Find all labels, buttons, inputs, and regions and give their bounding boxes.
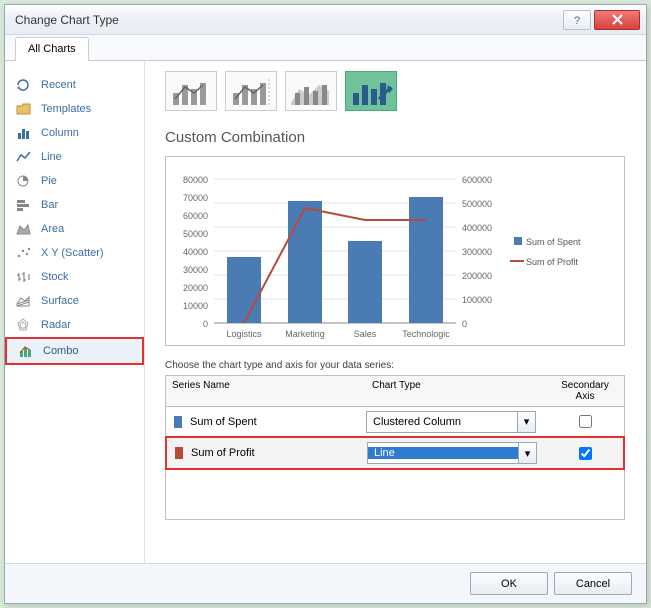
subtype-clustered-line[interactable]	[165, 71, 217, 111]
subtype-custom-combination[interactable]	[345, 71, 397, 111]
series-header-row: Series Name Chart Type Secondary Axis	[166, 376, 624, 407]
sidebar-item-templates[interactable]: Templates	[5, 97, 144, 121]
chevron-down-icon: ▾	[518, 443, 536, 463]
svg-text:80000: 80000	[183, 175, 208, 185]
sidebar-item-line[interactable]: Line	[5, 145, 144, 169]
legend-spent: Sum of Spent	[526, 237, 581, 247]
svg-text:10000: 10000	[183, 301, 208, 311]
column-chart-icon	[15, 125, 33, 141]
close-button[interactable]	[594, 10, 640, 30]
chevron-down-icon: ▾	[517, 412, 535, 432]
series-table: Series Name Chart Type Secondary Axis Su…	[165, 375, 625, 520]
stock-chart-icon	[15, 269, 33, 285]
chart-type-dropdown-profit[interactable]: Line ▾	[367, 442, 537, 464]
svg-text:40000: 40000	[183, 247, 208, 257]
svg-text:400000: 400000	[462, 223, 492, 233]
svg-text:100000: 100000	[462, 295, 492, 305]
sidebar-item-recent[interactable]: Recent	[5, 73, 144, 97]
svg-text:200000: 200000	[462, 271, 492, 281]
radar-chart-icon	[15, 317, 33, 333]
series-row-spent: Sum of Spent Clustered Column ▾	[166, 407, 624, 437]
svg-text:60000: 60000	[183, 211, 208, 221]
sidebar-item-pie[interactable]: Pie	[5, 169, 144, 193]
svg-text:600000: 600000	[462, 175, 492, 185]
combo-chart-icon	[17, 343, 35, 359]
scatter-chart-icon	[15, 245, 33, 261]
combo-chart-svg: 0 10000 20000 30000 40000 50000 60000 70…	[166, 157, 624, 345]
area-chart-icon	[15, 221, 33, 237]
highlight-combo: Combo	[5, 337, 144, 365]
svg-text:0: 0	[462, 319, 467, 329]
series-row-profit: Sum of Profit Line ▾	[167, 438, 623, 468]
tab-all-charts[interactable]: All Charts	[15, 37, 89, 61]
main-panel: Custom Combination 0 10000 20000 30000 4…	[145, 61, 646, 563]
tab-strip: All Charts	[5, 35, 646, 61]
series-swatch	[175, 447, 183, 459]
svg-text:500000: 500000	[462, 199, 492, 209]
header-secondary-axis: Secondary Axis	[546, 376, 624, 406]
chart-type-dropdown-spent[interactable]: Clustered Column ▾	[366, 411, 536, 433]
svg-text:0: 0	[203, 319, 208, 329]
subtype-stacked-area-column[interactable]	[285, 71, 337, 111]
surface-chart-icon	[15, 293, 33, 309]
secondary-axis-checkbox-spent[interactable]	[579, 415, 592, 428]
header-chart-type: Chart Type	[366, 376, 546, 406]
recent-icon	[15, 77, 33, 93]
cancel-button[interactable]: Cancel	[554, 572, 632, 595]
svg-text:20000: 20000	[183, 283, 208, 293]
chart-category-sidebar: Recent Templates Column Line Pie Bar Are…	[5, 61, 145, 563]
pie-chart-icon	[15, 173, 33, 189]
sidebar-item-scatter[interactable]: X Y (Scatter)	[5, 241, 144, 265]
sidebar-item-area[interactable]: Area	[5, 217, 144, 241]
series-caption: Choose the chart type and axis for your …	[165, 360, 626, 371]
sidebar-item-combo[interactable]: Combo	[7, 339, 142, 363]
svg-text:30000: 30000	[183, 265, 208, 275]
sidebar-item-column[interactable]: Column	[5, 121, 144, 145]
svg-text:Technologic: Technologic	[402, 329, 450, 339]
help-button[interactable]: ?	[563, 10, 591, 30]
series-swatch	[174, 416, 182, 428]
header-series-name: Series Name	[166, 376, 366, 406]
dialog-footer: OK Cancel	[5, 563, 646, 603]
svg-text:?: ?	[574, 15, 580, 25]
svg-text:50000: 50000	[183, 229, 208, 239]
chart-subtype-row	[165, 71, 626, 111]
sidebar-item-stock[interactable]: Stock	[5, 265, 144, 289]
chart-preview: 0 10000 20000 30000 40000 50000 60000 70…	[165, 156, 625, 346]
sidebar-item-bar[interactable]: Bar	[5, 193, 144, 217]
subtype-clustered-line-secondary[interactable]	[225, 71, 277, 111]
secondary-axis-checkbox-profit[interactable]	[579, 447, 592, 460]
svg-text:Sales: Sales	[354, 329, 377, 339]
ok-button[interactable]: OK	[470, 572, 548, 595]
window-title: Change Chart Type	[15, 13, 119, 27]
series-name: Sum of Spent	[188, 416, 366, 428]
svg-text:300000: 300000	[462, 247, 492, 257]
svg-text:Logistics: Logistics	[226, 329, 262, 339]
legend-profit: Sum of Profit	[526, 257, 579, 267]
dialog-window: Change Chart Type ? All Charts Recent Te…	[4, 4, 647, 604]
bar-chart-icon	[15, 197, 33, 213]
line-chart-icon	[15, 149, 33, 165]
sidebar-item-surface[interactable]: Surface	[5, 289, 144, 313]
sidebar-item-radar[interactable]: Radar	[5, 313, 144, 337]
section-title: Custom Combination	[165, 129, 626, 146]
svg-text:Marketing: Marketing	[285, 329, 325, 339]
svg-text:70000: 70000	[183, 193, 208, 203]
folder-icon	[15, 101, 33, 117]
series-name: Sum of Profit	[189, 447, 367, 459]
highlight-profit-row: Sum of Profit Line ▾	[165, 436, 625, 470]
title-bar: Change Chart Type ?	[5, 5, 646, 35]
